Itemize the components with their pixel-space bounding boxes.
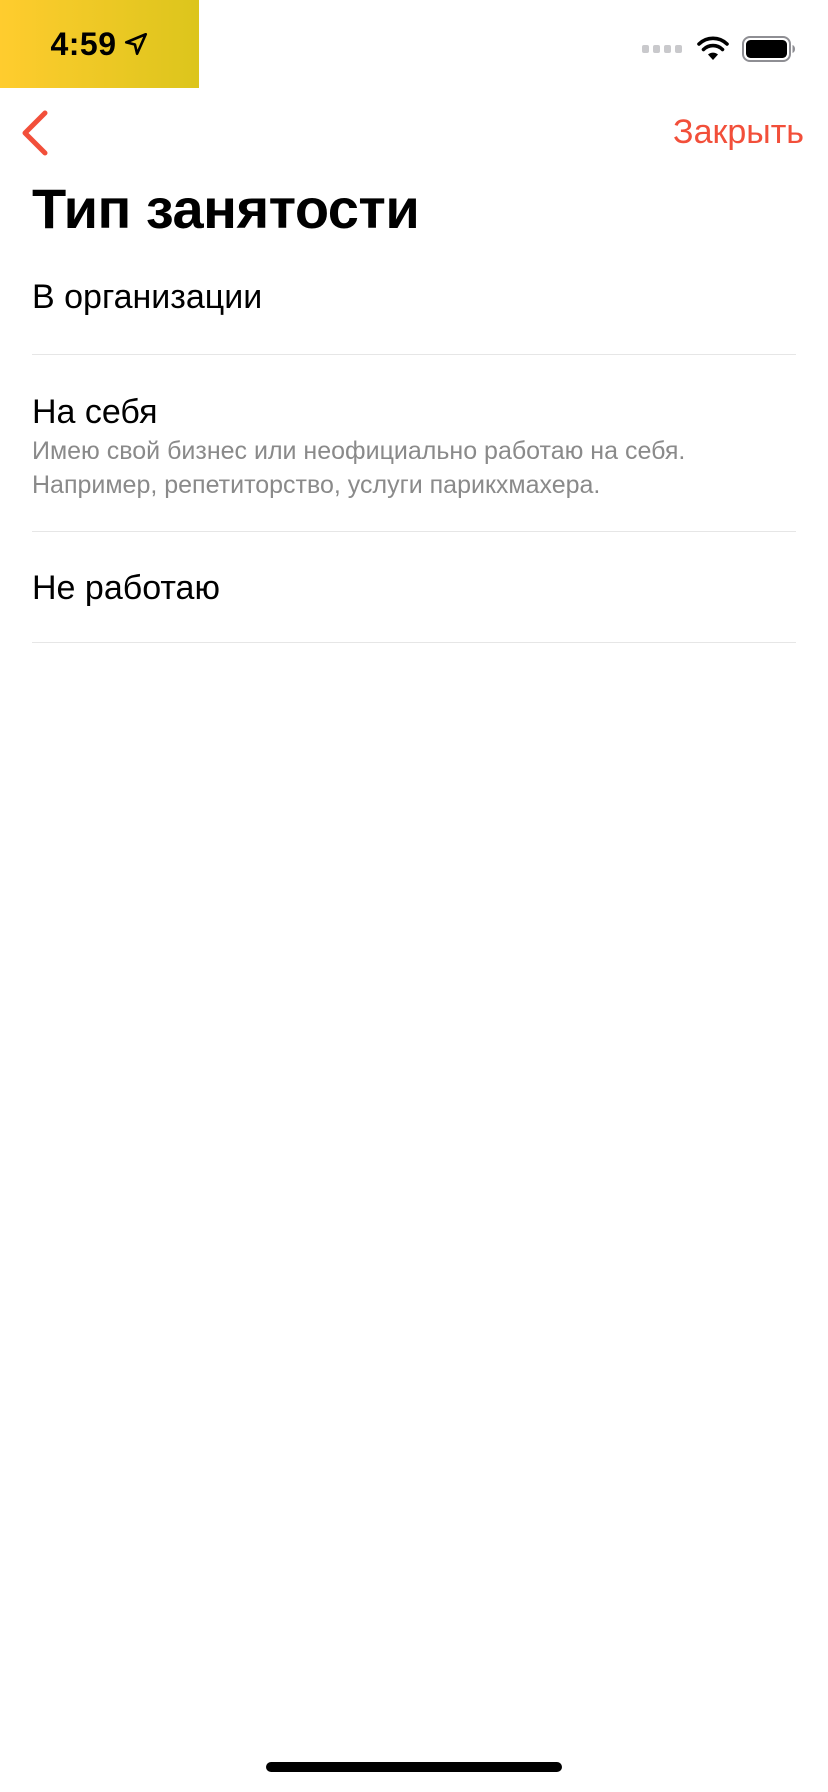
- status-time-pill: 4:59: [0, 0, 199, 88]
- cellular-signal-icon: [642, 45, 682, 53]
- option-in-organization[interactable]: В организации: [32, 252, 796, 355]
- option-title: Не работаю: [32, 569, 220, 607]
- option-description-line-2: Например, репетиторство, услуги парикхма…: [32, 471, 601, 499]
- option-description-line-1: Имею свой бизнес или неофициально работа…: [32, 437, 686, 465]
- option-not-working[interactable]: Не работаю: [32, 532, 796, 643]
- battery-icon: [742, 36, 795, 62]
- chevron-left-icon: [22, 110, 48, 156]
- option-title: В организации: [32, 278, 263, 316]
- employment-type-list: В организации На себя Имею свой бизнес и…: [32, 252, 796, 643]
- wifi-icon: [697, 36, 729, 60]
- back-button[interactable]: [16, 108, 56, 158]
- close-button[interactable]: Закрыть: [673, 110, 804, 154]
- page-title: Тип занятости: [32, 177, 420, 240]
- home-indicator[interactable]: [266, 1762, 562, 1772]
- location-arrow-icon: [124, 32, 147, 56]
- status-time: 4:59: [50, 25, 117, 62]
- option-title: На себя: [32, 393, 158, 431]
- status-indicators: [642, 36, 796, 62]
- option-self-employed[interactable]: На себя Имею свой бизнес или неофициальн…: [32, 355, 796, 532]
